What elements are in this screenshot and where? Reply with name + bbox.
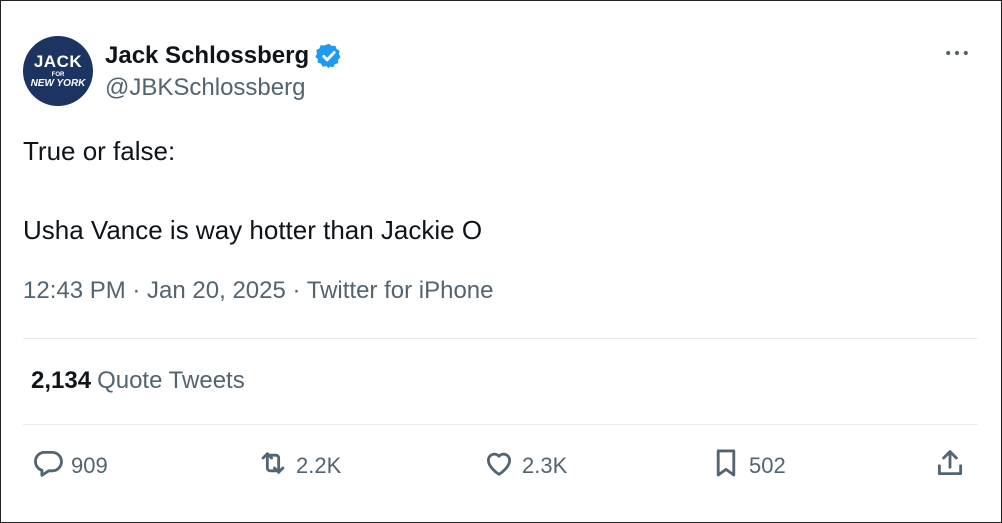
tweet-text: True or false: Usha Vance is way hotter … [23,132,482,249]
tweet-line-1: True or false: [23,136,176,166]
bookmark-count: 502 [749,453,786,478]
like-button[interactable]: 2.3K [482,446,567,486]
quote-tweets-stat[interactable]: 2,134 Quote Tweets [31,367,245,395]
reply-button[interactable]: 909 [31,446,108,486]
avatar-line-3: NEW YORK [30,78,86,89]
retweet-count: 2.2K [296,453,342,478]
reply-icon [31,446,65,486]
divider [23,338,978,339]
tweet-card: JACK FOR NEW YORK Jack Schlossberg @JBKS… [0,0,1002,523]
bookmark-icon [709,446,743,486]
quote-count: 2,134 [31,367,92,394]
avatar[interactable]: JACK FOR NEW YORK [23,36,93,106]
share-button[interactable] [933,446,967,486]
like-count: 2.3K [522,453,568,478]
quote-label: Quote Tweets [97,367,245,394]
tweet-line-2: Usha Vance is way hotter than Jackie O [23,215,483,245]
display-name[interactable]: Jack Schlossberg [105,42,309,70]
display-name-row: Jack Schlossberg [105,40,343,72]
share-icon [933,446,967,486]
handle[interactable]: @JBKSchlossberg [105,74,343,102]
avatar-line-1: JACK [33,52,83,71]
tweet-header: JACK FOR NEW YORK Jack Schlossberg @JBKS… [23,36,978,106]
divider [23,424,978,425]
verified-badge-icon [315,42,343,70]
bookmark-button[interactable]: 502 [709,446,786,486]
action-bar: 909 2.2K 2.3K 502 [31,446,971,486]
retweet-button[interactable]: 2.2K [256,446,341,486]
retweet-icon [256,446,290,486]
heart-icon [482,446,516,486]
more-options-icon[interactable] [942,38,972,68]
reply-count: 909 [71,453,108,478]
tweet-timestamp[interactable]: 12:43 PM · Jan 20, 2025 · Twitter for iP… [23,277,493,305]
author-names: Jack Schlossberg @JBKSchlossberg [105,40,343,102]
